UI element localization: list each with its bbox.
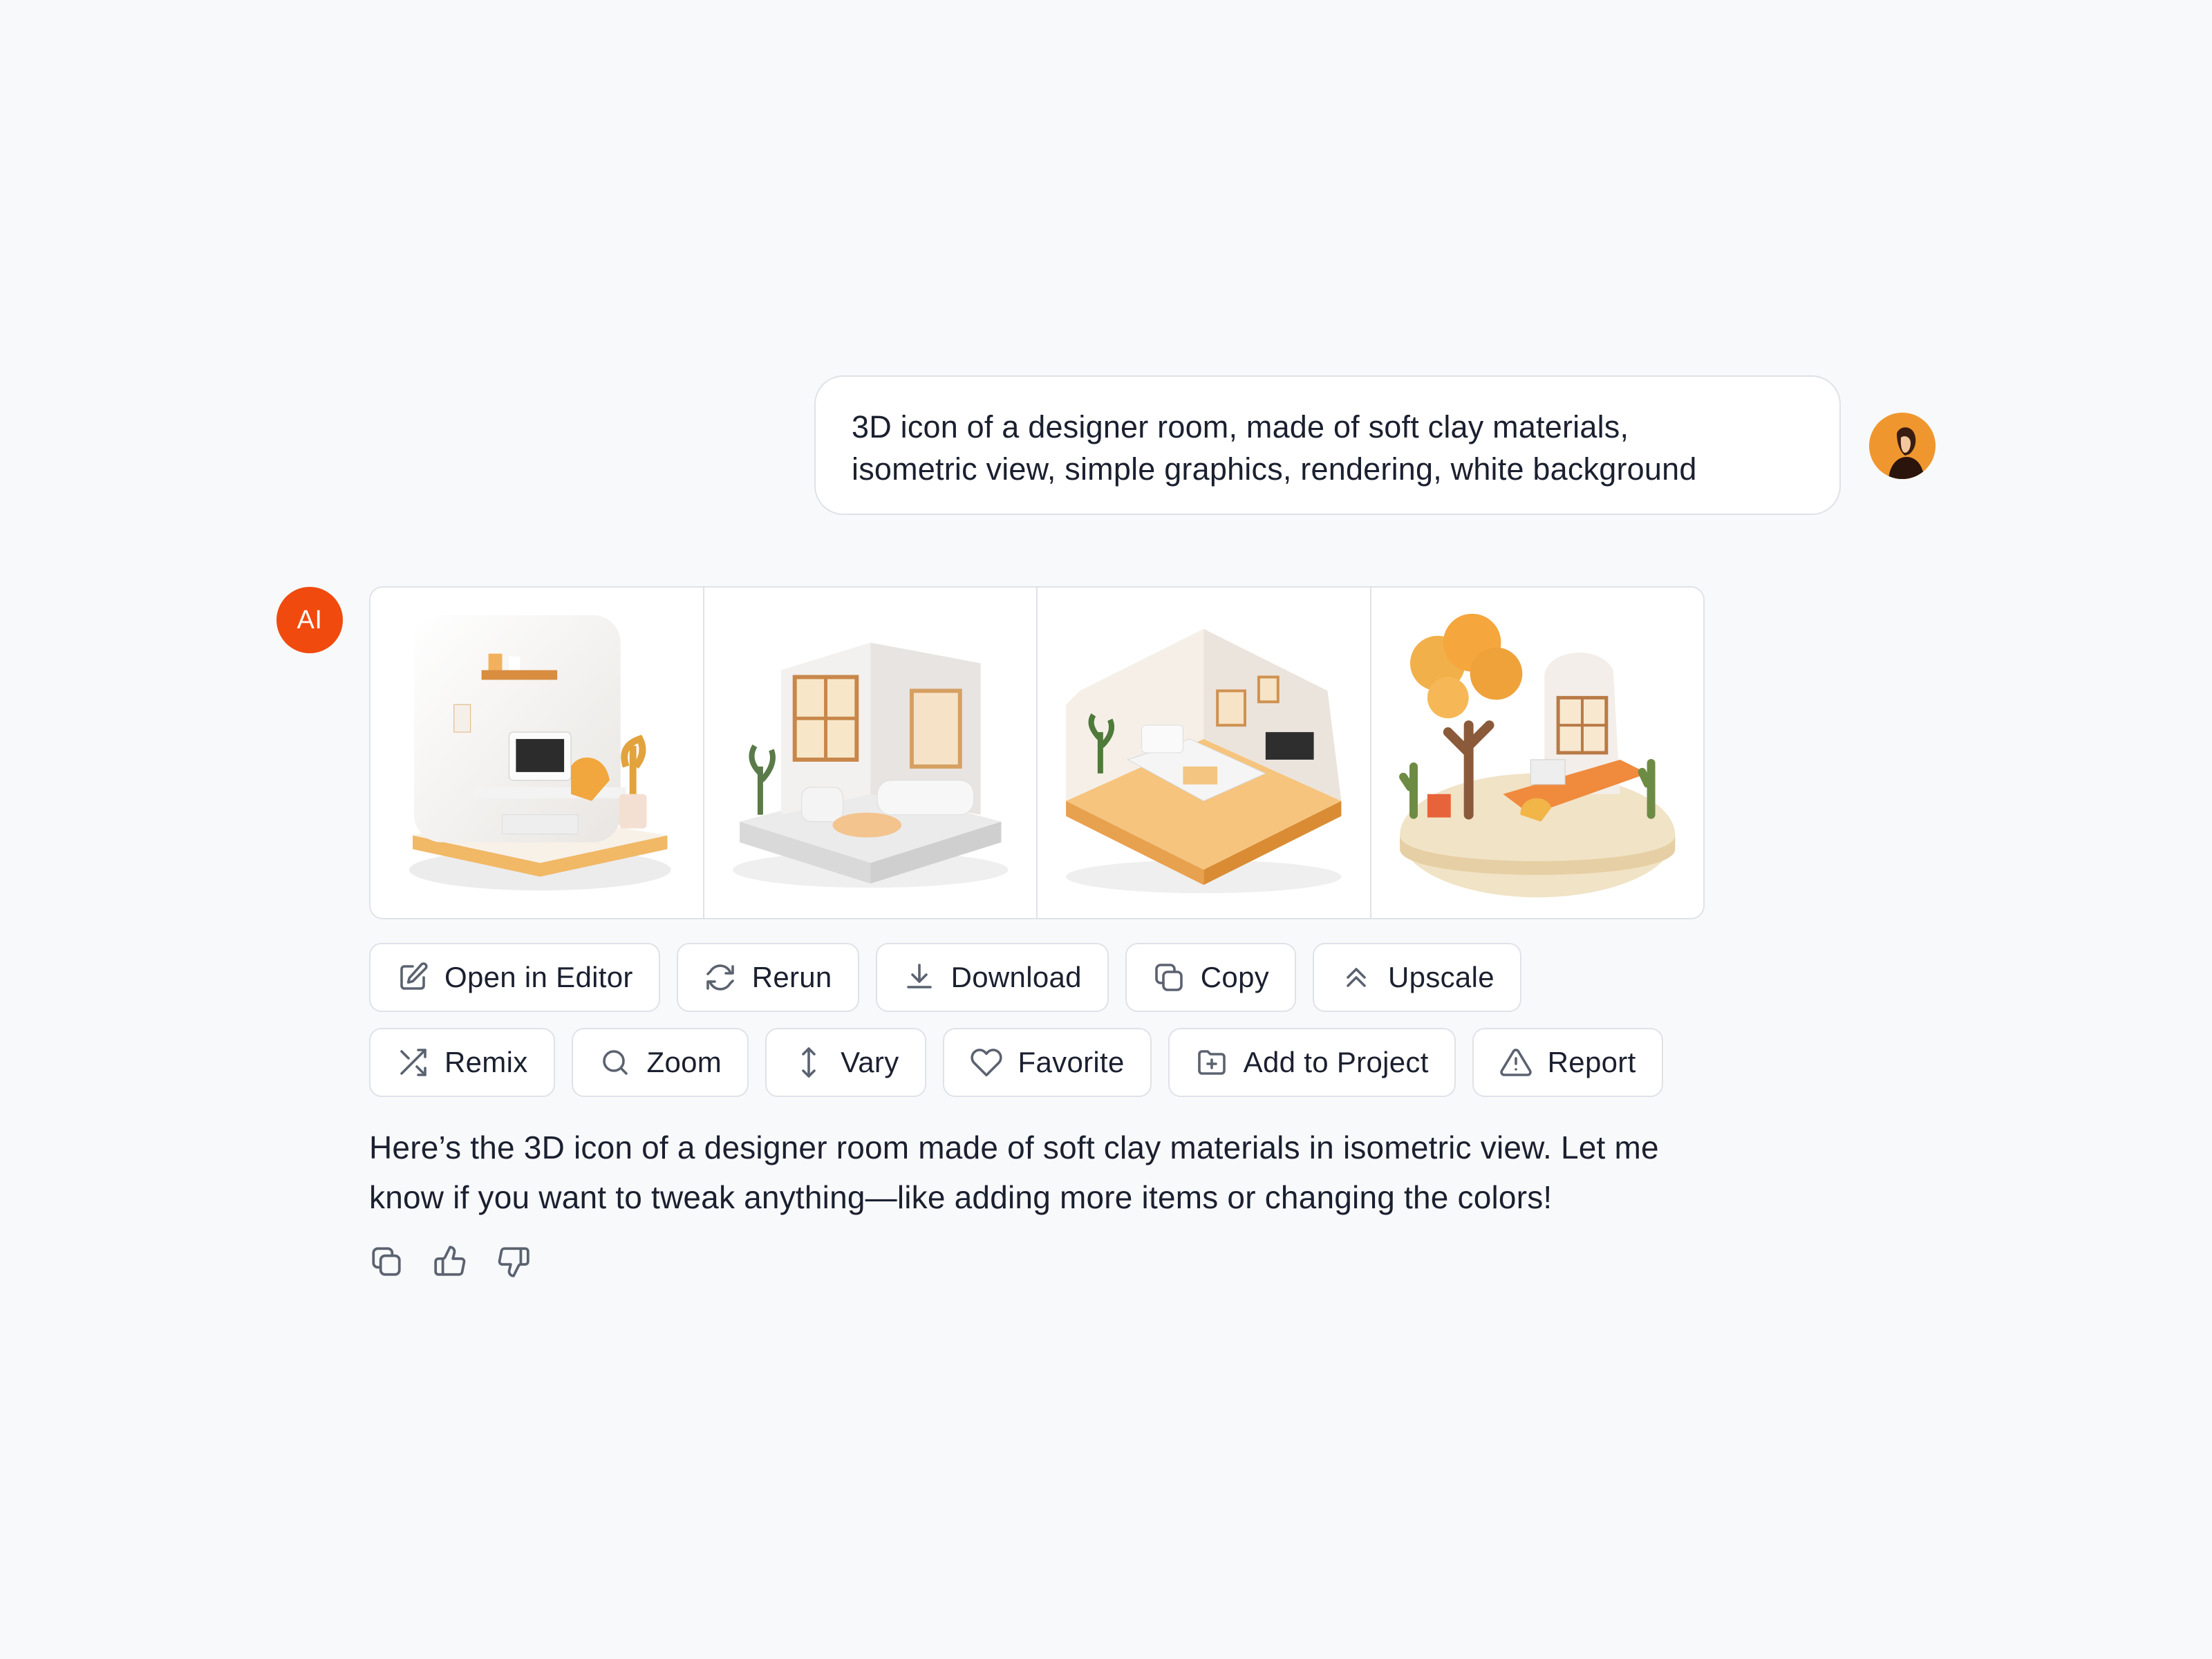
user-message-line: isometric view, simple graphics, renderi… — [852, 451, 1697, 487]
refresh-icon — [704, 961, 737, 994]
button-label: Open in Editor — [444, 961, 633, 993]
room-illustration — [409, 615, 671, 891]
edit-icon — [396, 961, 429, 994]
response-line: Here’s the 3D icon of a designer room ma… — [369, 1130, 1659, 1165]
room-illustration — [1066, 628, 1342, 894]
favorite-button[interactable]: Favorite — [942, 1028, 1152, 1097]
ai-avatar: AI — [276, 587, 343, 653]
download-icon — [903, 961, 936, 994]
open-in-editor-button[interactable]: Open in Editor — [369, 943, 660, 1012]
search-icon — [599, 1046, 632, 1079]
folder-plus-icon — [1195, 1046, 1228, 1079]
ai-response-text: Here’s the 3D icon of a designer room ma… — [369, 1123, 1821, 1222]
user-message-line: 3D icon of a designer room, made of soft… — [852, 409, 1629, 444]
user-message-bubble: 3D icon of a designer room, made of soft… — [814, 375, 1841, 515]
generated-image[interactable] — [1036, 588, 1370, 918]
copy-icon — [1152, 961, 1185, 994]
button-label: Copy — [1200, 961, 1270, 993]
button-label: Add to Project — [1243, 1046, 1429, 1078]
user-avatar[interactable] — [1869, 413, 1936, 479]
heart-icon — [970, 1046, 1003, 1079]
generated-image[interactable] — [371, 588, 703, 918]
button-label: Zoom — [646, 1046, 722, 1078]
upscale-button[interactable]: Upscale — [1313, 943, 1521, 1012]
shuffle-icon — [396, 1046, 429, 1079]
button-label: Remix — [444, 1046, 528, 1078]
generated-image[interactable] — [1369, 588, 1703, 918]
thumbs-down-icon[interactable] — [496, 1244, 531, 1279]
room-illustration — [732, 642, 1008, 888]
user-avatar-photo — [1869, 413, 1936, 479]
generated-image[interactable] — [702, 588, 1036, 918]
image-gallery — [369, 586, 1705, 919]
room-illustration — [1398, 613, 1675, 898]
add-to-project-button[interactable]: Add to Project — [1168, 1028, 1456, 1097]
report-button[interactable]: Report — [1472, 1028, 1663, 1097]
feedback-actions — [369, 1244, 531, 1279]
thumbs-up-icon[interactable] — [433, 1244, 467, 1279]
button-label: Rerun — [751, 961, 832, 993]
zoom-button[interactable]: Zoom — [571, 1028, 749, 1097]
download-button[interactable]: Download — [875, 943, 1109, 1012]
response-line: know if you want to tweak anything—like … — [369, 1179, 1553, 1215]
image-actions-row-2: Remix Zoom Vary Favorite Add to Project … — [369, 1028, 1663, 1097]
image-actions-row-1: Open in Editor Rerun Download Copy Upsca… — [369, 943, 1521, 1012]
button-label: Download — [950, 961, 1082, 993]
rerun-button[interactable]: Rerun — [676, 943, 859, 1012]
button-label: Favorite — [1018, 1046, 1125, 1078]
copy-icon[interactable] — [369, 1244, 404, 1279]
vertical-arrows-icon — [792, 1046, 825, 1079]
button-label: Upscale — [1388, 961, 1494, 993]
chevrons-up-icon — [1340, 961, 1373, 994]
remix-button[interactable]: Remix — [369, 1028, 555, 1097]
button-label: Report — [1547, 1046, 1636, 1078]
copy-button[interactable]: Copy — [1125, 943, 1297, 1012]
vary-button[interactable]: Vary — [765, 1028, 926, 1097]
button-label: Vary — [841, 1046, 899, 1078]
warning-icon — [1499, 1046, 1533, 1079]
